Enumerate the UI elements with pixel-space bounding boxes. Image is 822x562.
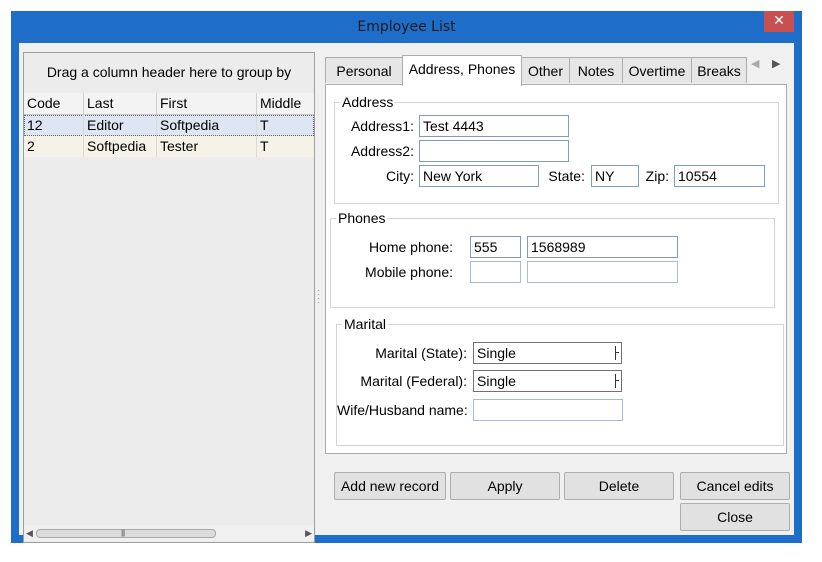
home-phone-area-field[interactable]: 555	[470, 236, 521, 258]
state-label: State:	[548, 168, 585, 184]
column-header-code[interactable]: Code	[24, 93, 84, 114]
horizontal-scrollbar[interactable]: ◀ |||| ▶	[24, 525, 314, 541]
address2-field[interactable]	[419, 140, 569, 162]
marital-state-label: Marital (State):	[375, 345, 467, 361]
tab-overtime[interactable]: Overtime	[622, 57, 692, 83]
app-window: Employee List ✕ Drag a column header her…	[11, 11, 802, 543]
cell-middle[interactable]: T	[257, 115, 314, 136]
home-phone-number-field[interactable]: 1568989	[527, 236, 678, 258]
address-group-label: Address	[340, 94, 396, 110]
zip-label: Zip:	[645, 168, 669, 184]
apply-button[interactable]: Apply	[450, 472, 560, 500]
window-client-area: Drag a column header here to group by co…	[19, 43, 794, 543]
column-header-last[interactable]: Last	[84, 93, 157, 114]
cell-last[interactable]: Softpedia	[84, 136, 157, 157]
mobile-phone-label: Mobile phone:	[365, 264, 453, 280]
scroll-grip-icon: ||||	[121, 530, 125, 537]
zip-field[interactable]: 10554	[674, 165, 765, 187]
tab-other[interactable]: Other	[521, 57, 570, 83]
cell-last[interactable]: Editor	[84, 115, 157, 136]
tab-strip: Personal Address, Phones Other Notes Ove…	[325, 55, 785, 86]
cell-first[interactable]: Tester	[157, 136, 257, 157]
marital-federal-dropdown[interactable]: Single	[473, 370, 622, 392]
cell-middle[interactable]: T	[257, 136, 314, 157]
marital-state-dropdown[interactable]: Single	[473, 342, 622, 364]
splitter-grip-icon[interactable]: · · · ·	[317, 287, 321, 307]
marital-group: Marital Marital (State): Single Marital …	[336, 316, 784, 446]
home-phone-label: Home phone:	[368, 239, 453, 255]
address1-field[interactable]: Test 4443	[419, 115, 569, 137]
close-icon[interactable]: ✕	[764, 11, 794, 32]
column-header-middle[interactable]: Middle	[257, 93, 314, 114]
phones-group: Phones Home phone: 555 1568989 Mobile ph…	[330, 210, 775, 308]
tab-scroll-right-icon[interactable]: ▶	[772, 57, 780, 70]
city-field[interactable]: New York	[419, 165, 539, 187]
dropdown-arrow-icon[interactable]	[615, 346, 619, 360]
marital-group-label: Marital	[342, 316, 389, 332]
address1-label: Address1:	[350, 118, 414, 134]
cell-code[interactable]: 12	[24, 115, 84, 136]
column-header-first[interactable]: First	[157, 93, 257, 114]
tab-notes[interactable]: Notes	[569, 57, 623, 83]
tab-scroll-left-icon[interactable]: ◀	[751, 57, 759, 70]
close-button[interactable]: Close	[680, 503, 790, 531]
scroll-left-icon[interactable]: ◀	[26, 528, 33, 539]
cell-code[interactable]: 2	[24, 136, 84, 157]
marital-federal-value: Single	[477, 373, 516, 389]
grid-header-row: Code Last First Middle	[24, 93, 314, 115]
cancel-edits-button[interactable]: Cancel edits	[680, 472, 790, 500]
dropdown-arrow-icon[interactable]	[615, 374, 619, 388]
address2-label: Address2:	[350, 143, 414, 159]
spouse-name-field[interactable]	[473, 399, 623, 421]
marital-state-value: Single	[477, 345, 516, 361]
employee-grid[interactable]: Drag a column header here to group by co…	[23, 52, 315, 543]
tab-breaks[interactable]: Breaks	[691, 57, 747, 83]
mobile-phone-number-field[interactable]	[527, 261, 678, 283]
address-group: Address Address1: Test 4443 Address2: Ci…	[334, 94, 779, 204]
state-field[interactable]: NY	[591, 165, 639, 187]
tab-panel-address-phones: Address Address1: Test 4443 Address2: Ci…	[325, 84, 787, 454]
mobile-phone-area-field[interactable]	[470, 261, 521, 283]
cell-first[interactable]: Softpedia	[157, 115, 257, 136]
spouse-name-label: Wife/Husband name:	[337, 402, 468, 418]
group-by-panel[interactable]: Drag a column header here to group by co…	[24, 53, 314, 118]
scroll-right-icon[interactable]: ▶	[305, 528, 312, 539]
phones-group-label: Phones	[336, 210, 388, 226]
tab-address-phones[interactable]: Address, Phones	[402, 55, 522, 86]
window-title: Employee List	[357, 19, 456, 35]
tab-personal[interactable]: Personal	[325, 57, 403, 83]
scrollbar-thumb[interactable]: ||||	[36, 529, 216, 538]
city-label: City:	[386, 168, 414, 184]
table-row[interactable]: 12 Editor Softpedia T	[24, 115, 314, 136]
delete-button[interactable]: Delete	[564, 472, 674, 500]
add-new-record-button[interactable]: Add new record	[334, 472, 446, 500]
marital-federal-label: Marital (Federal):	[360, 373, 467, 389]
table-row[interactable]: 2 Softpedia Tester T	[24, 136, 314, 157]
